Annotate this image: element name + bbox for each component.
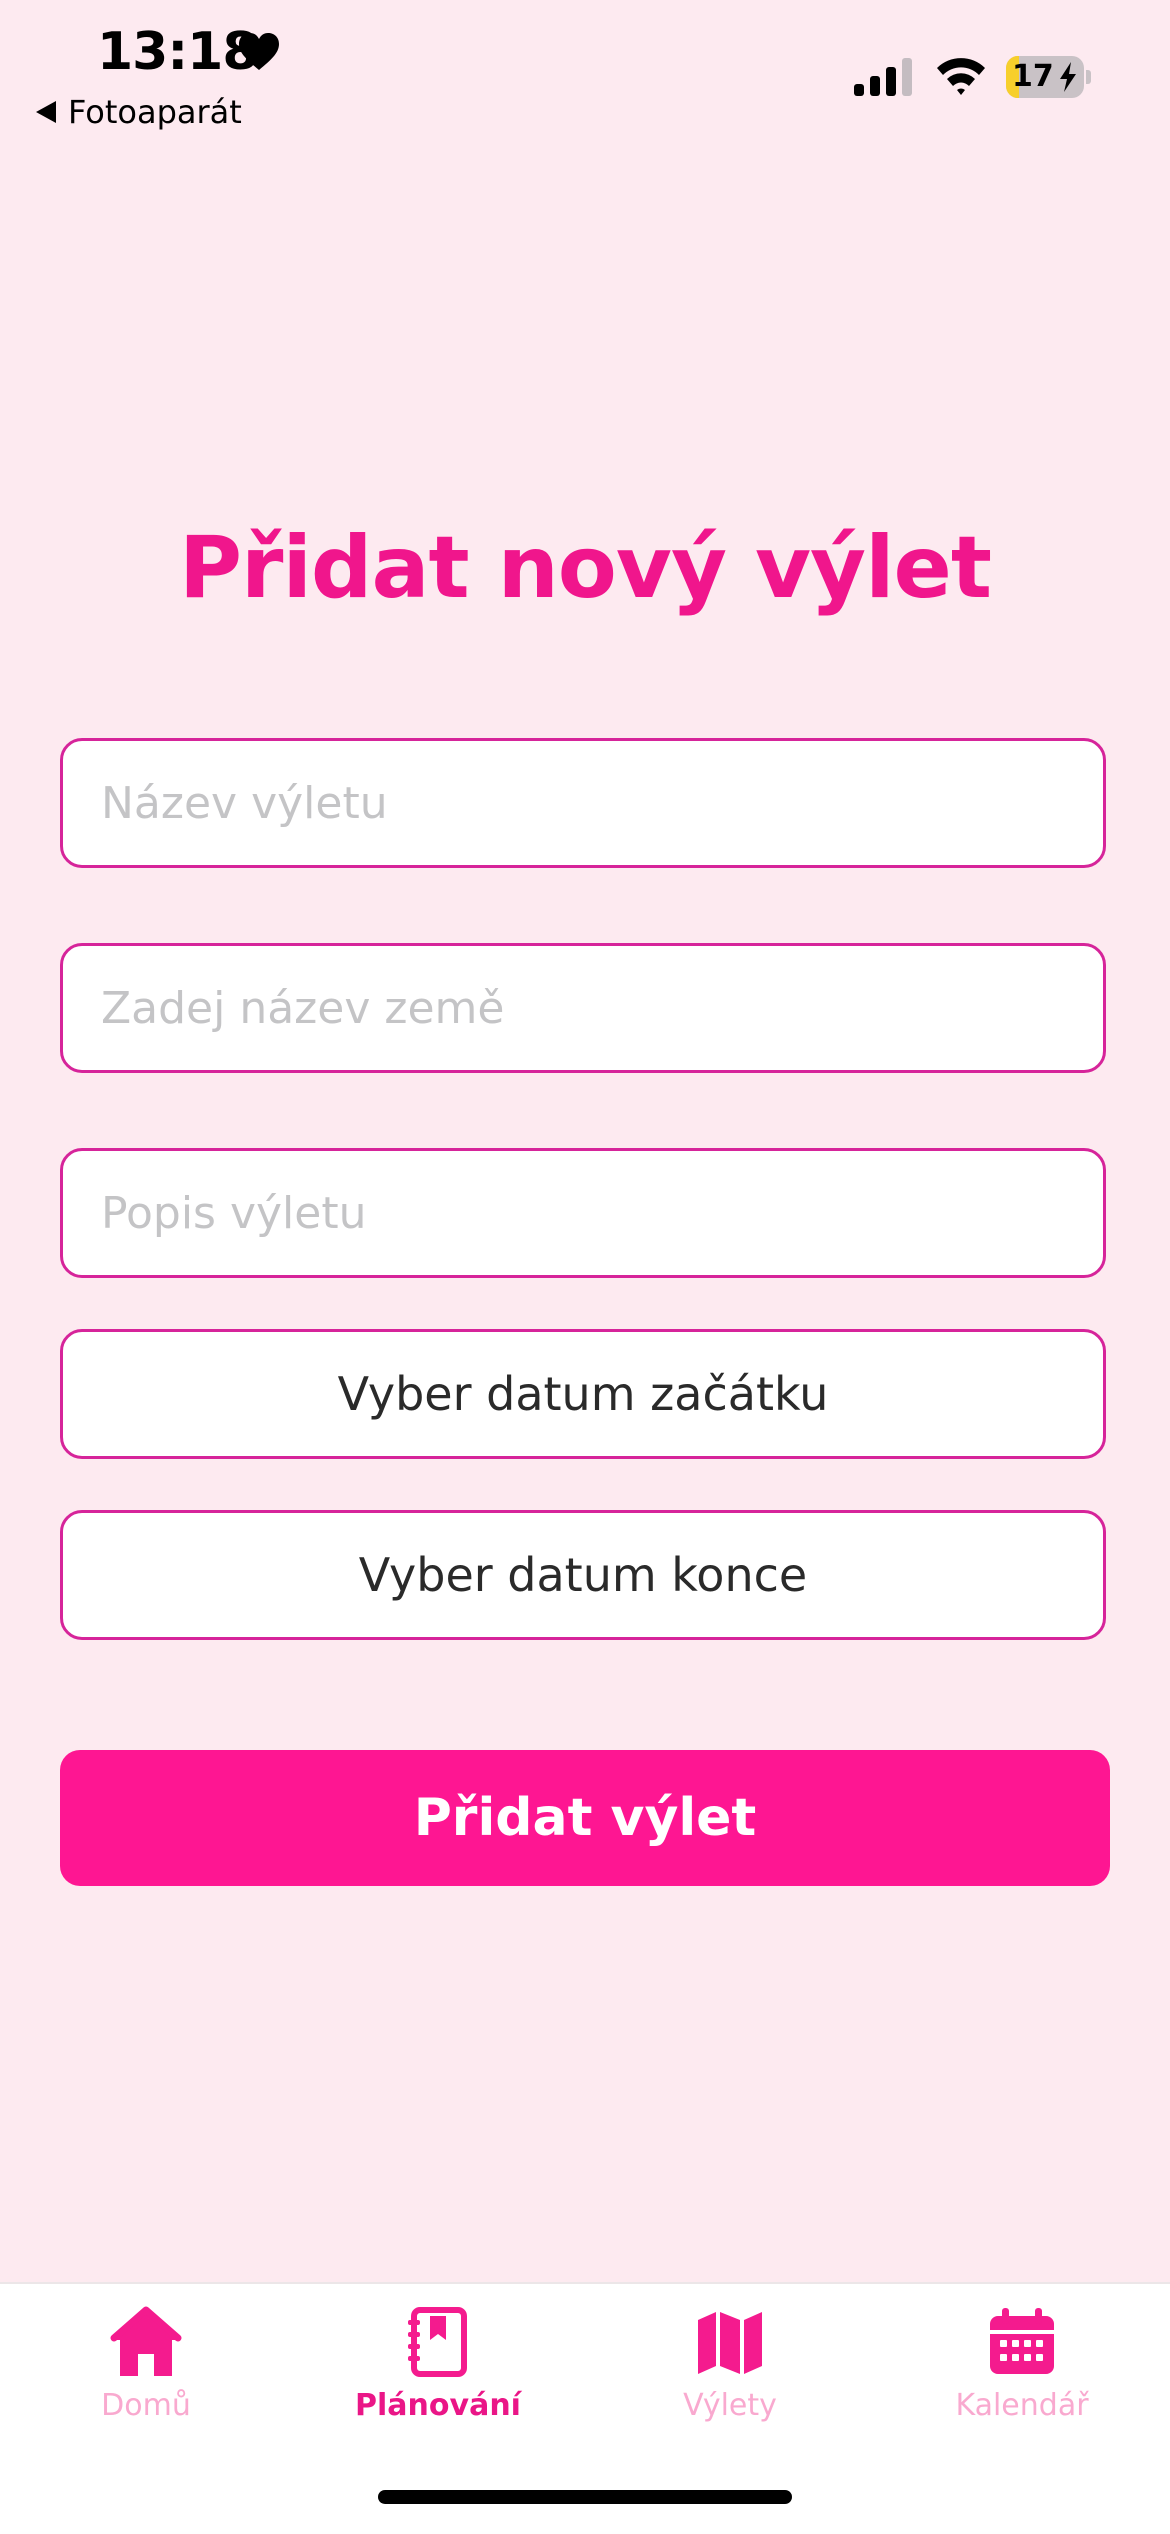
battery-indicator: 17: [1006, 56, 1091, 98]
map-icon: [698, 2312, 762, 2374]
tab-trips[interactable]: Výlety: [584, 2304, 876, 2454]
back-arrow-icon: [36, 101, 56, 123]
country-field[interactable]: [60, 943, 1106, 1073]
heart-icon: [239, 33, 279, 70]
end-date-button[interactable]: Vyber datum konce: [60, 1510, 1106, 1640]
status-time: 13:18: [97, 22, 259, 82]
start-date-label: Vyber datum začátku: [337, 1367, 829, 1421]
add-trip-button[interactable]: Přidat výlet: [60, 1750, 1110, 1886]
tab-planning-label: Plánování: [355, 2388, 521, 2423]
tab-home[interactable]: Domů: [0, 2304, 292, 2454]
back-label: Fotoaparát: [68, 93, 242, 131]
tab-trips-label: Výlety: [683, 2388, 777, 2423]
charging-bolt-icon: [1060, 62, 1076, 92]
trip-name-field[interactable]: [60, 738, 1106, 868]
home-indicator: [378, 2490, 792, 2504]
tab-calendar-label: Kalendář: [955, 2388, 1089, 2423]
battery-level: 17: [1012, 59, 1054, 94]
trip-name-input[interactable]: [63, 741, 1103, 865]
tab-home-label: Domů: [101, 2388, 191, 2423]
tab-planning[interactable]: Plánování: [292, 2304, 584, 2454]
tab-calendar[interactable]: Kalendář: [876, 2304, 1168, 2454]
back-to-app-link[interactable]: Fotoaparát: [36, 92, 242, 132]
add-trip-label: Přidat výlet: [413, 1788, 757, 1848]
cellular-signal-icon: [854, 58, 912, 96]
house-icon: [110, 2306, 182, 2376]
start-date-button[interactable]: Vyber datum začátku: [60, 1329, 1106, 1459]
description-field[interactable]: [60, 1148, 1106, 1278]
end-date-label: Vyber datum konce: [358, 1548, 808, 1602]
wifi-icon: [937, 58, 985, 95]
status-bar: 13:18 Fotoaparát 17: [0, 0, 1170, 140]
planner-book-icon: [408, 2307, 467, 2377]
page-title: Přidat nový výlet: [179, 518, 992, 618]
country-input[interactable]: [63, 946, 1103, 1070]
calendar-icon: [990, 2308, 1054, 2374]
description-input[interactable]: [63, 1151, 1103, 1275]
